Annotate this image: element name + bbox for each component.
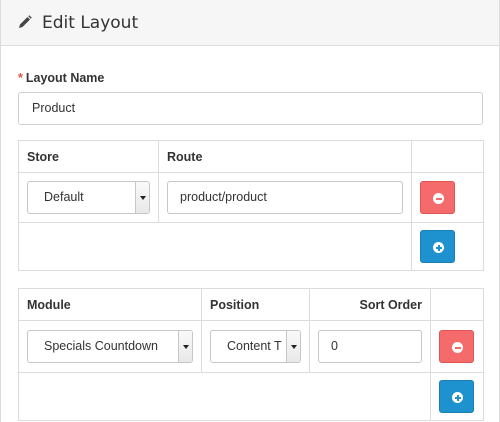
layout-name-input[interactable]: Product <box>18 92 483 125</box>
remove-module-button[interactable] <box>439 330 474 363</box>
minus-circle-icon <box>433 193 444 204</box>
remove-route-button[interactable] <box>420 181 455 214</box>
route-cell: product/product <box>158 172 412 223</box>
module-add-cell <box>430 372 484 421</box>
layout-route-table: Store Route Default product/product <box>18 140 484 271</box>
table-row: Specials Countdown Content T 0 <box>18 320 484 373</box>
add-module-button[interactable] <box>439 380 474 413</box>
plus-circle-icon <box>433 242 444 253</box>
minus-circle-icon <box>452 342 463 353</box>
table-row: Default product/product <box>18 172 484 223</box>
position-column-header: Position <box>201 288 310 321</box>
required-asterisk: * <box>18 71 23 85</box>
sort-order-input[interactable]: 0 <box>318 330 422 363</box>
route-action-column-header <box>411 140 484 173</box>
chevron-down-icon <box>135 182 149 213</box>
route-add-cell <box>411 222 484 271</box>
module-select-value: Specials Countdown <box>44 339 158 353</box>
chevron-down-icon <box>178 331 192 362</box>
pencil-icon <box>19 15 32 28</box>
position-select-value: Content T <box>227 339 282 353</box>
panel-heading: Edit Layout <box>1 0 499 46</box>
store-cell: Default <box>18 172 159 223</box>
module-add-row <box>18 372 484 421</box>
module-action-column-header <box>430 288 484 321</box>
sort-order-cell: 0 <box>309 320 431 373</box>
plus-circle-icon <box>452 392 463 403</box>
route-column-header: Route <box>158 140 412 173</box>
module-select[interactable]: Specials Countdown <box>27 330 193 363</box>
sort-order-column-header: Sort Order <box>309 288 431 321</box>
module-add-empty-cell <box>18 372 431 421</box>
add-route-button[interactable] <box>420 230 455 263</box>
store-select[interactable]: Default <box>27 181 150 214</box>
layout-name-label: * Layout Name <box>18 71 104 85</box>
position-select[interactable]: Content T <box>210 330 301 363</box>
position-cell: Content T <box>201 320 310 373</box>
edit-layout-panel: Edit Layout * Layout Name Product Store R… <box>0 0 500 422</box>
layout-name-label-text: Layout Name <box>25 71 105 85</box>
route-remove-cell <box>411 172 484 223</box>
module-table-header: Module Position Sort Order <box>18 288 484 321</box>
route-add-empty-cell <box>18 222 412 271</box>
route-table-header: Store Route <box>18 140 484 173</box>
layout-module-table: Module Position Sort Order Specials Coun… <box>18 288 484 421</box>
store-column-header: Store <box>18 140 159 173</box>
module-cell: Specials Countdown <box>18 320 202 373</box>
chevron-down-icon <box>286 331 300 362</box>
module-column-header: Module <box>18 288 202 321</box>
route-add-row <box>18 222 484 271</box>
page-title: Edit Layout <box>42 13 139 33</box>
store-select-value: Default <box>44 190 84 204</box>
module-remove-cell <box>430 320 484 373</box>
route-input[interactable]: product/product <box>167 181 403 214</box>
